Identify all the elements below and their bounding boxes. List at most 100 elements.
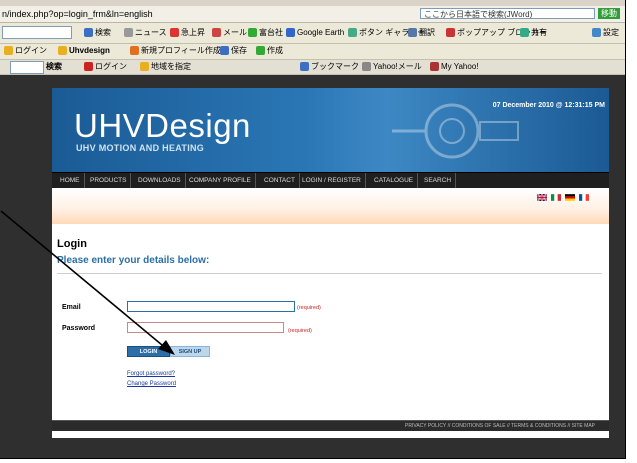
password-label: Password [62,325,96,332]
toolbar-new-profile[interactable]: 新規プロフィール作成 [130,44,221,58]
url-text[interactable]: n/index.php?op=login_frm&ln=english [2,6,153,22]
email-required: (required) [297,305,321,311]
yahoo-search-button[interactable]: 検索 [46,60,62,74]
yahoo-mail[interactable]: Yahoo!メール [362,60,422,74]
email-label: Email [62,304,81,311]
page-subtitle: Please enter your details below: [57,255,210,266]
create-icon [256,46,265,56]
divider [57,273,602,274]
password-required: (required) [288,328,312,334]
toolbar-label: 新規プロフィール作成 [141,46,221,55]
nav-company-profile[interactable]: COMPANY PROFILE [185,173,256,188]
star-icon [58,46,67,56]
toolbar-label: ブックマーク [311,62,359,71]
map-icon [140,62,149,72]
toolbar-label: 富台社 [259,28,283,37]
arrow-up-icon [170,28,179,38]
main-nav: HOME PRODUCTS DOWNLOADS COMPANY PROFILE … [52,172,609,189]
nav-search[interactable]: SEARCH [420,173,457,188]
translate-icon [408,28,417,38]
date-time: 07 December 2010 @ 12:31:15 PM [492,102,605,109]
toolbar-settings[interactable]: 設定 [592,26,619,40]
site-footer: PRIVACY POLICY // CONDITIONS OF SALE // … [52,420,609,431]
germany-flag[interactable] [565,194,575,201]
toolbar-search-input[interactable] [2,26,72,39]
address-bar[interactable]: n/index.php?op=login_frm&ln=english ここから… [0,6,625,23]
login-icon [4,46,13,56]
toolbar-uhvdesign[interactable]: Uhvdesign [58,44,110,58]
nav-contact[interactable]: CONTACT [260,173,300,188]
toolbar-save[interactable]: 保存 [220,44,247,58]
toolbar-translate[interactable]: 翻訳 [408,26,435,40]
toolbar-search-button[interactable]: 検索 [84,26,111,40]
uk-flag[interactable] [537,194,547,201]
news-icon [124,28,133,38]
footer-links[interactable]: PRIVACY POLICY // CONDITIONS OF SALE // … [405,421,595,431]
bookmark-icon [300,62,309,72]
toolbar-label: Google Earth [297,28,345,37]
go-button[interactable]: 移動 [598,8,620,19]
toolbar-label: メール [223,28,247,37]
toolbar-label: My Yahoo! [441,62,479,71]
toolbar-label: 検索 [95,28,111,37]
wrench-icon [592,28,601,38]
forgot-password-link[interactable]: Forgot password? [127,371,175,377]
header-gradient [52,188,609,224]
mail-icon [362,62,371,72]
toolbar-label: 地域を指定 [151,62,191,71]
building-icon [248,28,257,38]
login-button[interactable]: LOGIN [127,346,170,357]
links-toolbar: ログイン Uhvdesign 新規プロフィール作成 保存 作成 [0,44,625,60]
search-input[interactable]: ここから日本語で検索(JWord) [420,8,595,19]
toolbar-login[interactable]: ログイン [4,44,47,58]
change-password-link[interactable]: Change Password [127,381,176,387]
my-yahoo-icon [430,62,439,72]
yahoo-icon [84,62,93,72]
toolbar-mail[interactable]: メール [212,26,247,40]
nav-home[interactable]: HOME [56,173,85,188]
toolbar-google-earth[interactable]: Google Earth [286,26,344,40]
site-logo[interactable]: UHVDesign [74,108,251,144]
toolbar-label: ログイン [15,46,47,55]
france-flag[interactable] [579,194,589,201]
toolbar-trending[interactable]: 急上昇 [170,26,205,40]
nav-login-register[interactable]: LOGIN / REGISTER [298,173,366,188]
toolbar-create[interactable]: 作成 [256,44,283,58]
toolbar-label: 保存 [231,46,247,55]
toolbar-label: ログイン [95,62,127,71]
toolbar-label: ニュース [135,28,167,37]
toolbar-label: 共有 [531,28,547,37]
toolbar-label: 作成 [267,46,283,55]
google-toolbar: 検索 ニュース 急上昇 メール 富台社 Google Earth ポタン ギャラ… [0,23,625,44]
yahoo-login[interactable]: ログイン [84,60,127,74]
toolbar-label: 急上昇 [181,28,205,37]
toolbar-news[interactable]: ニュース [124,26,167,40]
toolbar-share[interactable]: 共有 [520,26,547,40]
yahoo-bookmarks[interactable]: ブックマーク [300,60,359,74]
italy-flag[interactable] [551,194,561,201]
yahoo-region[interactable]: 地域を指定 [140,60,191,74]
share-icon [520,28,529,38]
toolbar-company[interactable]: 富台社 [248,26,283,40]
yahoo-search-input[interactable] [10,61,44,74]
profile-icon [130,46,139,56]
signup-button[interactable]: SIGN UP [170,346,210,357]
search-placeholder: ここから日本語で検索(JWord) [424,10,533,19]
toolbar-label: Yahoo!メール [373,62,422,71]
nav-downloads[interactable]: DOWNLOADS [134,173,186,188]
nav-products[interactable]: PRODUCTS [86,173,132,188]
password-field[interactable] [127,322,284,333]
plus-icon [348,28,357,38]
email-field[interactable] [127,301,295,312]
mail-icon [212,28,221,38]
nav-catalogue[interactable]: CATALOGUE [370,173,419,188]
browser-window: n/index.php?op=login_frm&ln=english ここから… [0,0,626,459]
my-yahoo[interactable]: My Yahoo! [430,60,479,74]
website: UHVDesign UHV MOTION AND HEATING 07 Dece… [52,88,609,438]
yahoo-toolbar: 検索 ログイン 地域を指定 ブックマーク Yahoo!メール My Yahoo! [0,60,625,75]
page-title: Login [57,238,87,250]
toolbar-label: Uhvdesign [69,46,110,55]
site-banner: UHVDesign UHV MOTION AND HEATING 07 Dece… [52,88,609,172]
toolbar-label: 翻訳 [419,28,435,37]
toolbar-label: 設定 [603,28,619,37]
